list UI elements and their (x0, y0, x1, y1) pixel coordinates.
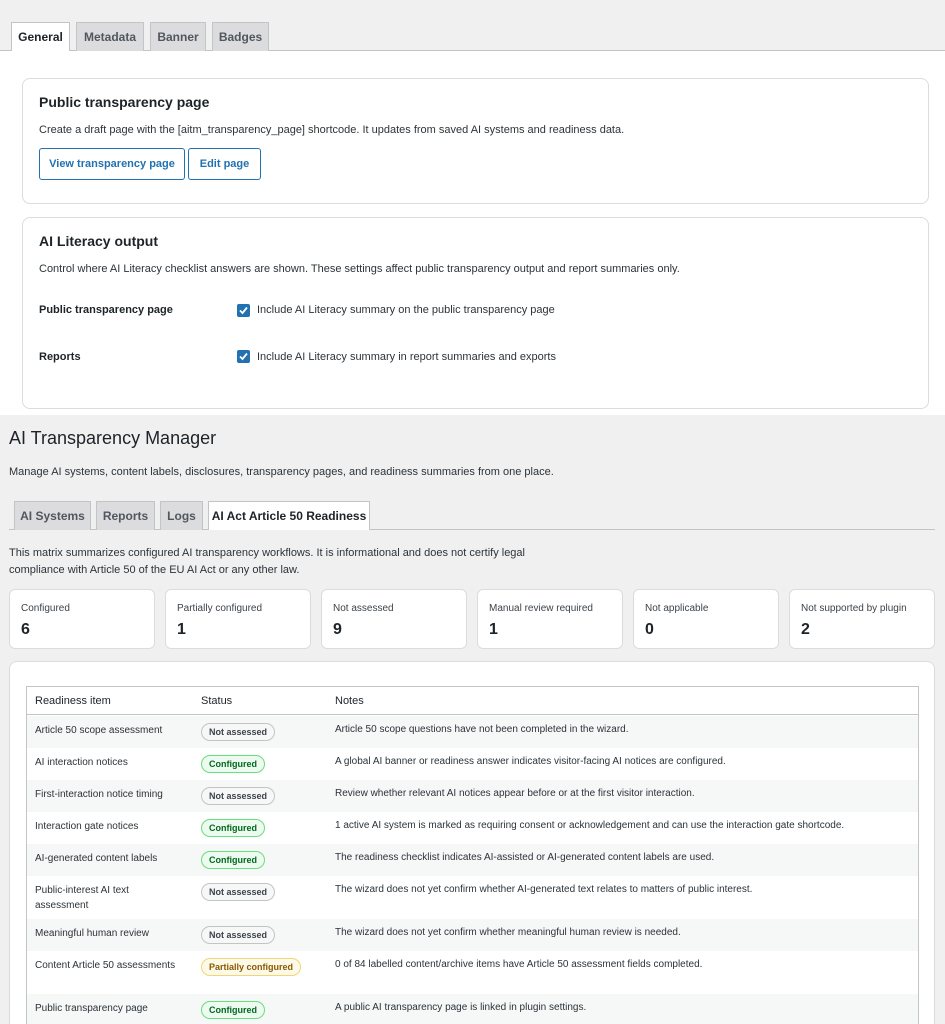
stat-value: 1 (489, 621, 498, 638)
header-readiness-item: Readiness item (35, 695, 111, 707)
table-row: Interaction gate notices Configured 1 ac… (27, 812, 918, 844)
stat-value: 2 (801, 621, 810, 638)
card-title: AI Literacy output (39, 233, 159, 249)
stat-configured: Configured 6 (9, 589, 155, 649)
row-item: First-interaction notice timing (35, 789, 163, 800)
checkmark-icon (239, 306, 248, 315)
table-row: Meaningful human review Not assessed The… (27, 919, 918, 951)
status-badge: Not assessed (201, 723, 276, 741)
stat-value: 1 (177, 621, 186, 638)
stat-label: Not applicable (645, 603, 709, 614)
stat-not-supported: Not supported by plugin 2 (789, 589, 935, 649)
row-label-reports: Reports (39, 351, 81, 363)
status-badge: Not assessed (201, 883, 276, 901)
row-item: Article 50 scope assessment (35, 725, 163, 736)
row-item: Public transparency page (35, 1003, 148, 1014)
tab-banner[interactable]: Banner (150, 22, 206, 51)
stat-partially-configured: Partially configured 1 (165, 589, 311, 649)
stat-value: 0 (645, 621, 654, 638)
reports-checkbox[interactable] (237, 350, 250, 363)
row-note: 0 of 84 labelled content/archive items h… (335, 959, 703, 970)
tab-metadata[interactable]: Metadata (76, 22, 144, 51)
stat-value: 9 (333, 621, 342, 638)
card-description: Create a draft page with the [aitm_trans… (39, 124, 625, 136)
row-note: 1 active AI system is marked as requirin… (335, 820, 845, 831)
tab-article-50-readiness[interactable]: AI Act Article 50 Readiness (208, 501, 370, 530)
card-description: Control where AI Literacy checklist answ… (39, 263, 680, 275)
transparency-page-card: Public transparency page Create a draft … (22, 78, 929, 204)
card-title: Public transparency page (39, 94, 210, 110)
row-note: The wizard does not yet confirm whether … (335, 927, 681, 938)
row-label-public-page: Public transparency page (39, 304, 173, 316)
tab-general[interactable]: General (11, 22, 70, 52)
stat-label: Not assessed (333, 603, 394, 614)
readiness-table-card: Readiness item Status Notes Article 50 s… (9, 661, 935, 1024)
table-row: Public transparency page Configured A pu… (27, 994, 918, 1024)
row-note: A public AI transparency page is linked … (335, 1002, 587, 1013)
ai-literacy-card: AI Literacy output Control where AI Lite… (22, 217, 929, 409)
view-transparency-page-button[interactable]: View transparency page (39, 148, 185, 180)
settings-panel: Public transparency page Create a draft … (0, 51, 945, 415)
row-note: A global AI banner or readiness answer i… (335, 756, 726, 767)
row-note: The readiness checklist indicates AI-ass… (335, 852, 715, 863)
manager-tab-bar: AI Systems Reports Logs AI Act Article 5… (9, 501, 935, 530)
header-status: Status (201, 695, 233, 707)
table-row: AI interaction notices Configured A glob… (27, 748, 918, 780)
row-item: Interaction gate notices (35, 821, 139, 832)
public-page-checkbox-label: Include AI Literacy summary on the publi… (257, 304, 555, 316)
row-item: Public-interest AI text assessment (35, 885, 129, 911)
readiness-table: Readiness item Status Notes Article 50 s… (26, 686, 919, 1024)
tab-logs[interactable]: Logs (160, 501, 203, 530)
page-subtitle: Manage AI systems, content labels, discl… (9, 466, 554, 478)
status-badge: Configured (201, 755, 265, 773)
status-badge: Configured (201, 819, 265, 837)
edit-page-button[interactable]: Edit page (188, 148, 261, 180)
header-notes: Notes (335, 695, 364, 707)
stat-label: Partially configured (177, 603, 263, 614)
stat-label: Configured (21, 603, 70, 614)
stat-not-assessed: Not assessed 9 (321, 589, 467, 649)
public-page-checkbox[interactable] (237, 304, 250, 317)
tab-ai-systems[interactable]: AI Systems (14, 501, 91, 530)
reports-checkbox-label: Include AI Literacy summary in report su… (257, 351, 556, 363)
stat-not-applicable: Not applicable 0 (633, 589, 779, 649)
intro-text: This matrix summarizes configured AI tra… (9, 547, 525, 576)
stat-value: 6 (21, 621, 30, 638)
checkmark-icon (239, 352, 248, 361)
tab-reports[interactable]: Reports (96, 501, 155, 530)
table-row: First-interaction notice timing Not asse… (27, 780, 918, 812)
table-row: Public-interest AI text assessment Not a… (27, 876, 918, 919)
status-badge: Not assessed (201, 787, 276, 805)
settings-tab-bar: General Metadata Banner Badges (0, 0, 945, 52)
row-item: AI interaction notices (35, 757, 128, 768)
status-badge: Not assessed (201, 926, 276, 944)
stat-label: Manual review required (489, 603, 593, 614)
table-row: AI-generated content labels Configured T… (27, 844, 918, 876)
page-title: AI Transparency Manager (9, 428, 217, 448)
row-note: The wizard does not yet confirm whether … (335, 884, 753, 895)
status-badge: Partially configured (201, 958, 302, 976)
row-note: Review whether relevant AI notices appea… (335, 788, 695, 799)
tab-badges[interactable]: Badges (212, 22, 269, 51)
table-header: Readiness item Status Notes (27, 687, 918, 715)
status-badge: Configured (201, 1001, 265, 1019)
row-note: Article 50 scope questions have not been… (335, 724, 629, 735)
table-row: Article 50 scope assessment Not assessed… (27, 716, 918, 748)
row-item: Content Article 50 assessments (35, 960, 176, 971)
stat-label: Not supported by plugin (801, 603, 907, 614)
table-row: Content Article 50 assessments Partially… (27, 951, 918, 994)
row-item: Meaningful human review (35, 928, 149, 939)
status-badge: Configured (201, 851, 265, 869)
stat-manual-review: Manual review required 1 (477, 589, 623, 649)
row-item: AI-generated content labels (35, 853, 158, 864)
